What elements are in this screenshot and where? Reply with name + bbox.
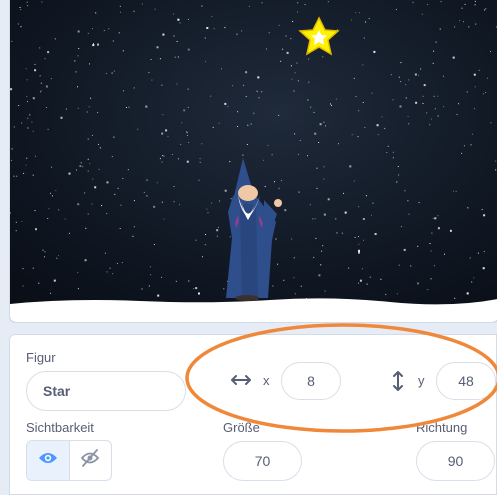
y-label: y	[418, 373, 425, 388]
eye-slash-icon	[80, 449, 100, 472]
size-field[interactable]	[223, 441, 302, 481]
visibility-label: Sichtbarkeit	[26, 420, 94, 435]
eye-icon	[38, 451, 58, 470]
horizontal-arrow-icon	[230, 373, 252, 392]
visibility-toggle-group	[26, 440, 112, 481]
vertical-arrow-icon	[391, 370, 405, 397]
sprite-name-field[interactable]	[26, 371, 186, 411]
y-position-field[interactable]	[436, 362, 496, 400]
stage[interactable]	[9, 0, 497, 323]
stage-canvas[interactable]	[10, 0, 497, 322]
x-label: x	[263, 373, 270, 388]
show-sprite-button[interactable]	[27, 441, 69, 480]
direction-label: Richtung	[416, 420, 468, 435]
hide-sprite-button[interactable]	[68, 441, 112, 480]
x-position-field[interactable]	[281, 362, 341, 400]
sprite-info-panel: Figur x y Sichtbarkeit Größe Richtung	[9, 334, 497, 495]
sprite-label: Figur	[26, 350, 56, 365]
size-label: Größe	[223, 420, 260, 435]
direction-field[interactable]	[416, 441, 495, 481]
